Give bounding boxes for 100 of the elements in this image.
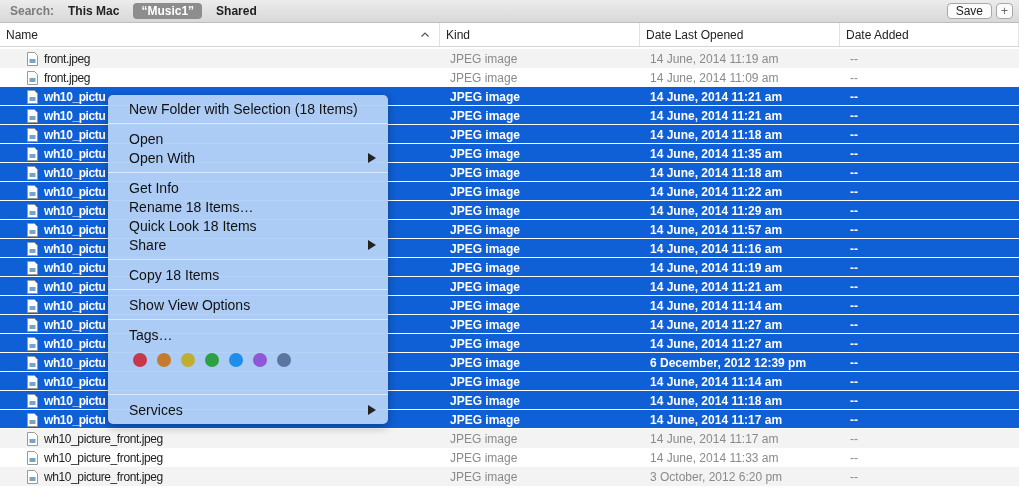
kind-cell-text: JPEG image	[449, 431, 519, 446]
file-name: wh10_picture_front.jpeg	[44, 431, 163, 446]
image-file-icon	[27, 298, 38, 313]
kind-cell-text: JPEG image	[449, 51, 519, 66]
date-added-cell-text: --	[849, 412, 859, 427]
date-added-cell-text: --	[849, 336, 859, 351]
add-button[interactable]: +	[996, 3, 1013, 19]
menu-item[interactable]: Show View Options	[108, 295, 388, 314]
kind-cell-text: JPEG image	[449, 203, 522, 218]
date-opened-cell-text: 14 June, 2014 11:18 am	[649, 127, 784, 142]
file-row[interactable]: front.jpeg JPEG image 14 June, 2014 11:19 am --	[0, 49, 1019, 68]
file-name: wh10_picture_front.jpeg	[44, 469, 163, 484]
search-scope[interactable]: This Mac	[60, 3, 128, 19]
date-added-cell-text: --	[849, 184, 859, 199]
date-opened-cell-text: 14 June, 2014 11:09 am	[649, 70, 780, 85]
tag-dot[interactable]	[205, 353, 219, 367]
tag-dot[interactable]	[253, 353, 267, 367]
date-opened-cell-text: 14 June, 2014 11:14 am	[649, 374, 784, 389]
date-added-cell-text: --	[849, 298, 859, 313]
file-name: front.jpeg	[44, 70, 91, 85]
kind-cell-text: JPEG image	[449, 298, 522, 313]
file-row[interactable]: wh10_picture_front.jpeg JPEG image 3 October, 2012 6:20 pm --	[0, 467, 1019, 486]
kind-cell-text: JPEG image	[449, 70, 519, 85]
kind-cell-text: JPEG image	[449, 374, 522, 389]
file-name: wh10_pictu	[44, 412, 106, 427]
image-file-icon	[27, 431, 38, 446]
column-header[interactable]: Date Last Opened	[646, 27, 829, 42]
file-row[interactable]: wh10_picture_front.jpeg JPEG image 14 June, 2014 11:17 am --	[0, 429, 1019, 448]
image-file-icon	[27, 222, 38, 237]
date-opened-cell-text: 14 June, 2014 11:27 am	[649, 317, 784, 332]
kind-cell-text: JPEG image	[449, 469, 519, 484]
date-opened-cell-text: 14 June, 2014 11:18 am	[649, 393, 784, 408]
date-added-cell-text: --	[849, 393, 859, 408]
date-added-cell-text: --	[849, 279, 859, 294]
file-name: wh10_pictu	[44, 393, 106, 408]
kind-cell-text: JPEG image	[449, 412, 522, 427]
image-file-icon	[27, 51, 38, 66]
date-opened-cell-text: 14 June, 2014 11:33 am	[649, 450, 780, 465]
date-opened-cell-text: 14 June, 2014 11:29 am	[649, 203, 784, 218]
file-name: wh10_pictu	[44, 336, 106, 351]
kind-cell-text: JPEG image	[449, 89, 522, 104]
date-opened-cell-text: 14 June, 2014 11:21 am	[649, 279, 784, 294]
tag-dot[interactable]	[277, 353, 291, 367]
date-opened-cell-text: 14 June, 2014 11:19 am	[649, 51, 780, 66]
tag-dot[interactable]	[229, 353, 243, 367]
file-name: wh10_pictu	[44, 298, 106, 313]
file-name: wh10_pictu	[44, 127, 106, 142]
file-name: wh10_pictu	[44, 260, 106, 275]
date-added-cell-text: --	[849, 450, 859, 465]
image-file-icon	[27, 70, 38, 85]
date-added-cell-text: --	[849, 146, 859, 161]
kind-cell-text: JPEG image	[449, 146, 522, 161]
image-file-icon	[27, 393, 38, 408]
tag-dot[interactable]	[133, 353, 147, 367]
column-header[interactable]: Name	[6, 27, 421, 42]
file-name: wh10_pictu	[44, 355, 106, 370]
kind-cell-text: JPEG image	[449, 241, 522, 256]
kind-cell-text: JPEG image	[449, 279, 522, 294]
file-name: wh10_pictu	[44, 317, 106, 332]
file-name: wh10_pictu	[44, 222, 106, 237]
kind-cell-text: JPEG image	[449, 184, 522, 199]
date-added-cell-text: --	[849, 165, 859, 180]
image-file-icon	[27, 336, 38, 351]
image-file-icon	[27, 412, 38, 427]
search-label: Search:	[10, 4, 55, 18]
file-name: wh10_pictu	[44, 374, 106, 389]
image-file-icon	[27, 127, 38, 142]
column-header[interactable]: Date Added	[846, 27, 1008, 42]
kind-cell-text: JPEG image	[449, 127, 522, 142]
date-added-cell-text: --	[849, 241, 859, 256]
save-button[interactable]: Save	[946, 3, 992, 19]
file-name: wh10_pictu	[44, 279, 106, 294]
file-name: wh10_picture_front.jpeg	[44, 450, 163, 465]
image-file-icon	[27, 260, 38, 275]
image-file-icon	[27, 450, 38, 465]
date-opened-cell-text: 14 June, 2014 11:17 am	[649, 431, 780, 446]
tag-dot[interactable]	[181, 353, 195, 367]
file-name: front.jpeg	[44, 51, 91, 66]
image-file-icon	[27, 146, 38, 161]
column-header[interactable]: Kind	[446, 27, 629, 42]
file-name: wh10_pictu	[44, 108, 106, 123]
date-added-cell-text: --	[849, 51, 859, 66]
date-added-cell-text: --	[849, 469, 859, 484]
search-scope[interactable]: Shared	[208, 3, 265, 19]
image-file-icon	[27, 108, 38, 123]
date-added-cell-text: --	[849, 222, 859, 237]
file-name: wh10_pictu	[44, 184, 106, 199]
date-added-cell-text: --	[849, 317, 859, 332]
date-opened-cell-text: 14 June, 2014 11:18 am	[649, 165, 784, 180]
image-file-icon	[27, 317, 38, 332]
file-name: wh10_pictu	[44, 203, 106, 218]
date-opened-cell-text: 14 June, 2014 11:21 am	[649, 108, 784, 123]
tag-dot[interactable]	[157, 353, 171, 367]
date-opened-cell-text: 14 June, 2014 11:35 am	[649, 146, 784, 161]
date-added-cell-text: --	[849, 355, 859, 370]
image-file-icon	[27, 165, 38, 180]
file-name: wh10_pictu	[44, 89, 106, 104]
image-file-icon	[27, 89, 38, 104]
file-name: wh10_pictu	[44, 165, 106, 180]
image-file-icon	[27, 355, 38, 370]
